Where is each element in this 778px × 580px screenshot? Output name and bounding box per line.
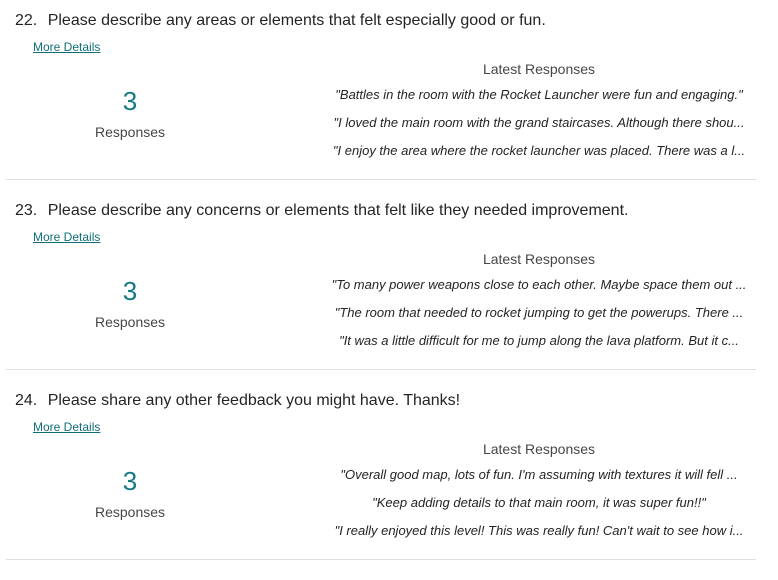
more-details-link[interactable]: More Details bbox=[33, 420, 100, 434]
question-card: 24. Please share any other feedback you … bbox=[0, 380, 778, 570]
question-card: 23. Please describe any concerns or elem… bbox=[0, 190, 778, 380]
more-details-link[interactable]: More Details bbox=[33, 40, 100, 54]
latest-response: "The room that needed to rocket jumping … bbox=[334, 305, 744, 320]
question-text: Please describe any concerns or elements… bbox=[47, 202, 629, 219]
question-title: 22. Please describe any areas or element… bbox=[15, 12, 546, 30]
latest-response: "I loved the main room with the grand st… bbox=[333, 115, 745, 130]
question-number: 24. bbox=[15, 392, 38, 409]
response-count: 3 bbox=[122, 86, 138, 116]
latest-response: "Overall good map, lots of fun. I'm assu… bbox=[340, 467, 738, 482]
latest-responses-heading: Latest Responses bbox=[482, 251, 596, 267]
section-divider bbox=[6, 559, 756, 560]
latest-response: "To many power weapons close to each oth… bbox=[331, 277, 747, 292]
section-divider bbox=[6, 369, 756, 370]
more-details-link[interactable]: More Details bbox=[33, 230, 100, 244]
latest-response: "Battles in the room with the Rocket Lau… bbox=[335, 87, 743, 102]
question-title: 23. Please describe any concerns or elem… bbox=[15, 202, 628, 220]
response-count: 3 bbox=[122, 466, 138, 496]
latest-response: "It was a little difficult for me to jum… bbox=[339, 333, 739, 348]
section-divider bbox=[6, 179, 756, 180]
question-text: Please share any other feedback you migh… bbox=[47, 392, 461, 409]
response-count-label: Responses bbox=[94, 314, 166, 330]
latest-responses-heading: Latest Responses bbox=[482, 61, 596, 77]
latest-response: "Keep adding details to that main room, … bbox=[372, 495, 706, 510]
latest-response: "I really enjoyed this level! This was r… bbox=[334, 523, 744, 538]
response-count: 3 bbox=[122, 276, 138, 306]
latest-responses-heading: Latest Responses bbox=[482, 441, 596, 457]
question-text: Please describe any areas or elements th… bbox=[47, 12, 546, 29]
question-number: 22. bbox=[15, 12, 38, 29]
response-count-label: Responses bbox=[94, 504, 166, 520]
question-number: 23. bbox=[15, 202, 38, 219]
latest-response: "I enjoy the area where the rocket launc… bbox=[332, 143, 746, 158]
response-count-label: Responses bbox=[94, 124, 166, 140]
question-title: 24. Please share any other feedback you … bbox=[15, 392, 460, 410]
question-card: 22. Please describe any areas or element… bbox=[0, 0, 778, 190]
